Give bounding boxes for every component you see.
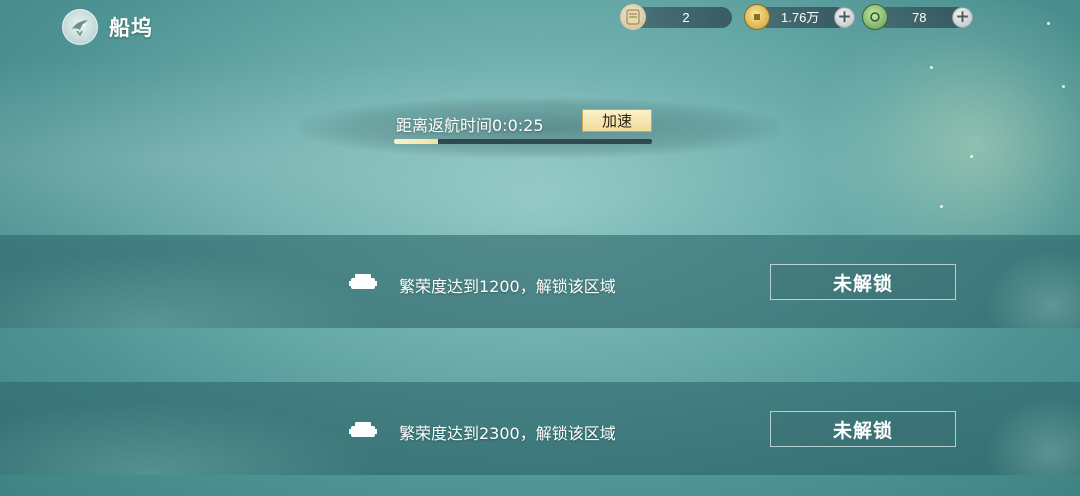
lotus-decoration bbox=[980, 392, 1080, 475]
wave-decoration bbox=[0, 248, 400, 328]
locked-region-button[interactable]: 未解锁 bbox=[770, 264, 956, 300]
region-requirement-text: 繁荣度达到1200，解锁该区域 bbox=[399, 277, 616, 296]
page-title: 船坞 bbox=[109, 16, 153, 40]
resource-scroll: 2 bbox=[632, 7, 732, 28]
sparkle bbox=[970, 155, 973, 158]
jade-icon bbox=[862, 4, 888, 30]
voyage-progress-bar bbox=[394, 139, 652, 144]
sparkle bbox=[1047, 22, 1050, 25]
return-time-label: 距离返航时间0:0:25 bbox=[396, 116, 544, 135]
resource-scroll-value: 2 bbox=[682, 10, 690, 25]
voyage-progress-fill bbox=[394, 139, 438, 144]
back-emblem-button[interactable] bbox=[62, 9, 98, 45]
add-copper-button[interactable]: + bbox=[834, 7, 855, 28]
speed-up-button[interactable]: 加速 bbox=[582, 109, 652, 132]
locked-region-button[interactable]: 未解锁 bbox=[770, 411, 956, 447]
add-jade-button[interactable]: + bbox=[952, 7, 973, 28]
lotus-decoration bbox=[980, 245, 1080, 328]
scroll-icon bbox=[620, 4, 646, 30]
crane-icon bbox=[72, 20, 88, 37]
chest-lock-icon bbox=[349, 274, 377, 289]
copper-coin-icon bbox=[744, 4, 770, 30]
wave-decoration bbox=[0, 395, 400, 475]
sparkle bbox=[1062, 85, 1065, 88]
resource-copper-value: 1.76万 bbox=[781, 10, 820, 25]
resource-jade-value: 78 bbox=[912, 10, 927, 25]
chest-lock-icon bbox=[349, 422, 377, 437]
sparkle bbox=[930, 66, 933, 69]
sparkle bbox=[940, 205, 943, 208]
region-requirement-text: 繁荣度达到2300，解锁该区域 bbox=[399, 424, 616, 443]
